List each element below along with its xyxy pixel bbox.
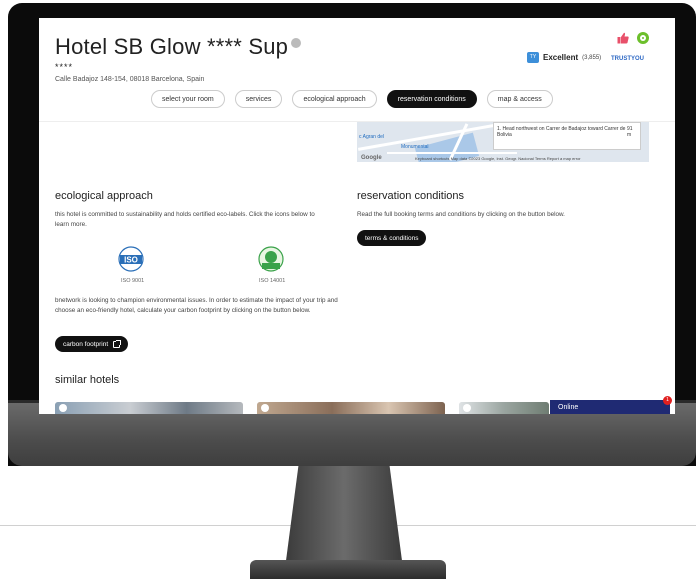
- svg-text:ISO: ISO: [124, 256, 138, 265]
- directions-step: 1. Head northwest on Carrer de Badajoz t…: [497, 126, 626, 138]
- similar-hotel-card[interactable]: [55, 402, 243, 414]
- carbon-text: bnetwork is looking to champion environm…: [55, 297, 338, 314]
- similar-hotel-card[interactable]: [459, 402, 549, 414]
- chat-widget[interactable]: Online: [550, 400, 670, 414]
- reservation-text: Read the full booking terms and conditio…: [357, 211, 565, 218]
- carbon-footprint-button[interactable]: carbon footprint: [55, 336, 129, 352]
- similar-hotel-card[interactable]: [257, 402, 445, 414]
- hotel-photo: [257, 402, 445, 414]
- ecological-intro: this hotel is committed to sustainabilit…: [55, 211, 315, 228]
- rating-widget[interactable]: TY Excellent (3,855): [527, 52, 601, 63]
- iso-14001-caption: ISO 14001: [259, 278, 286, 284]
- map-label: c Agran del: [359, 134, 385, 140]
- directions-distance: 91 m: [627, 126, 633, 138]
- location-map[interactable]: c Agran del Monumental 1. Head northwest…: [357, 122, 649, 162]
- iso-9001-caption: ISO 9001: [121, 278, 145, 284]
- tab-select-your-room[interactable]: select your room: [151, 90, 225, 108]
- google-logo: Google: [361, 155, 382, 161]
- browser-viewport: Hotel SB Glow **** Sup **** Calle Badajo…: [39, 18, 675, 414]
- favorite-icon[interactable]: [59, 404, 67, 412]
- external-link-icon: [113, 339, 122, 348]
- ecological-title: ecological approach: [55, 190, 153, 202]
- hotel-title: Hotel SB Glow **** Sup: [55, 34, 302, 60]
- thumbs-up-icon[interactable]: [617, 32, 629, 44]
- trustyou-logo: TRUSTYOU: [611, 56, 644, 62]
- trustyou-score-icon: TY: [527, 52, 539, 63]
- eco-leaf-icon[interactable]: [637, 32, 649, 44]
- monitor-base: [250, 560, 446, 579]
- star-rating: ****: [55, 62, 74, 72]
- rating-count: (3,855): [582, 54, 602, 61]
- map-road: [387, 152, 517, 154]
- hotel-photo: [55, 402, 243, 414]
- scene: Hotel SB Glow **** Sup **** Calle Badajo…: [0, 0, 696, 579]
- map-credits[interactable]: Keyboard shortcuts Map data ©2023 Google…: [415, 156, 581, 161]
- chat-notification-badge: 1: [663, 396, 672, 405]
- rating-label: Excellent: [543, 53, 579, 62]
- section-tabs: select your room services ecological app…: [39, 90, 675, 108]
- hotel-address: Calle Badajoz 148-154, 08018 Barcelona, …: [55, 76, 205, 83]
- iso-14001-icon[interactable]: [257, 246, 285, 274]
- reservation-title: reservation conditions: [357, 190, 465, 202]
- info-icon[interactable]: [291, 38, 302, 48]
- favorite-icon[interactable]: [261, 404, 269, 412]
- favorite-icon[interactable]: [463, 404, 471, 412]
- carbon-footprint-label: carbon footprint: [63, 340, 109, 348]
- tab-ecological-approach[interactable]: ecological approach: [292, 90, 377, 108]
- iso-9001-icon[interactable]: ISO: [117, 246, 145, 274]
- tab-reservation-conditions[interactable]: reservation conditions: [386, 90, 477, 108]
- hotel-header: Hotel SB Glow **** Sup **** Calle Badajo…: [39, 18, 675, 122]
- tab-services[interactable]: services: [234, 90, 283, 108]
- map-label: Monumental: [401, 144, 429, 150]
- similar-hotels-title: similar hotels: [55, 374, 120, 386]
- directions-panel: 1. Head northwest on Carrer de Badajoz t…: [493, 122, 641, 150]
- tab-map-access[interactable]: map & access: [486, 90, 553, 108]
- hotel-photo: [459, 402, 549, 414]
- terms-conditions-button[interactable]: terms & conditions: [357, 230, 427, 246]
